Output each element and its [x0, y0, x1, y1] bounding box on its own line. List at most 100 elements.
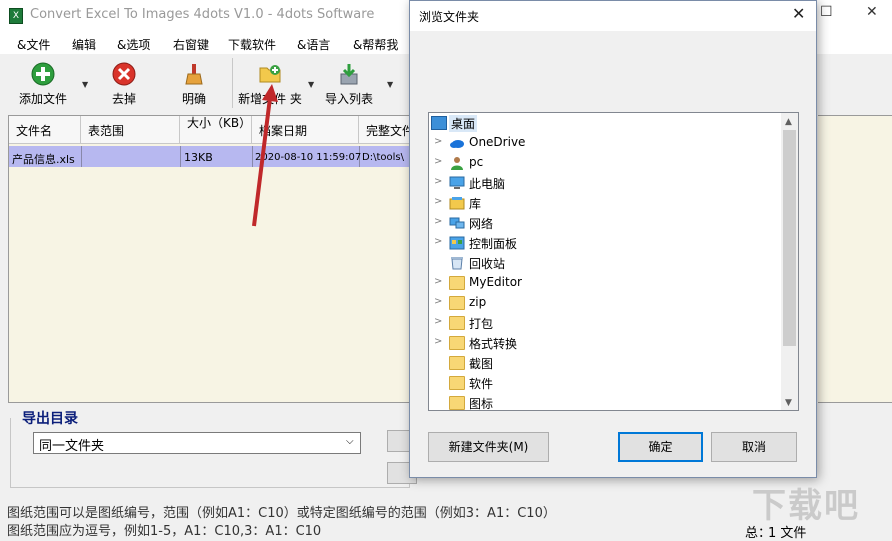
remove-icon	[112, 62, 136, 86]
column-header-path[interactable]: 完整文件	[359, 116, 410, 144]
tree-item-pc-user[interactable]: > pc	[429, 153, 781, 173]
import-icon	[340, 64, 358, 85]
hint-text-comma: 图纸范围应为逗号，例如1-5，A1：C10,3：A1：C10	[7, 524, 322, 539]
red-arrow-annotation	[252, 84, 278, 227]
tree-item-label: MyEditor	[469, 275, 522, 289]
tree-item-zip[interactable]: > zip	[429, 293, 781, 313]
cell-divider	[81, 146, 82, 167]
folder-icon	[449, 316, 465, 330]
tree-scrollbar-thumb[interactable]	[783, 130, 796, 346]
column-header-filename[interactable]: 文件名	[9, 116, 81, 144]
import-list-dropdown-icon[interactable]: ▼	[387, 80, 393, 89]
watermark-logo: 下载吧	[752, 486, 860, 526]
tree-item-label: 图标	[469, 397, 494, 410]
network-icon	[449, 217, 465, 229]
toolbar-separator	[232, 58, 233, 108]
dialog-close-icon[interactable]: ✕	[792, 4, 805, 23]
tree-item-label: 此电脑	[469, 177, 506, 191]
tree-item-label: 桌面	[449, 115, 478, 132]
chevron-right-icon[interactable]: >	[434, 136, 442, 147]
cell-divider	[180, 146, 181, 167]
folder-icon	[449, 336, 465, 350]
menu-language[interactable]: &语言	[297, 36, 330, 53]
library-icon	[449, 197, 465, 210]
cancel-button[interactable]: 取消	[711, 432, 797, 462]
folder-icon	[449, 396, 465, 410]
tree-item-myeditor[interactable]: > MyEditor	[429, 273, 781, 293]
column-header-range[interactable]: 表范围	[81, 116, 180, 144]
tree-item-control-panel[interactable]: > 控制面板	[429, 233, 781, 253]
computer-icon	[449, 176, 465, 189]
chevron-right-icon[interactable]: >	[434, 276, 442, 287]
folder-icon	[449, 376, 465, 390]
chevron-down-icon[interactable]: ⌵	[346, 436, 354, 447]
control-panel-icon	[449, 236, 465, 250]
import-list-label: 导入列表	[324, 92, 373, 106]
tree-item-format-convert[interactable]: > 格式转换	[429, 333, 781, 353]
tree-item-network[interactable]: > 网络	[429, 213, 781, 233]
dialog-title: 浏览文件夹	[419, 10, 480, 24]
cell-path: D:\tools\	[362, 152, 404, 163]
add-file-button[interactable]: 添加文件	[8, 60, 78, 108]
scroll-up-icon[interactable]: ▲	[785, 117, 792, 127]
scroll-down-icon[interactable]: ▼	[785, 398, 792, 408]
tree-item-label: 格式转换	[469, 337, 518, 351]
menu-edit[interactable]: 编辑	[72, 36, 96, 53]
tree-item-recycle-bin[interactable]: 回收站	[429, 253, 781, 273]
chevron-right-icon[interactable]: >	[434, 176, 442, 187]
folder-icon	[449, 356, 465, 370]
app-icon: X	[9, 8, 23, 24]
menu-help[interactable]: &帮帮我	[353, 36, 398, 53]
tree-item-label: 软件	[469, 377, 494, 391]
tree-item-desktop[interactable]: 桌面	[429, 113, 781, 133]
chevron-right-icon[interactable]: >	[434, 216, 442, 227]
folder-add-icon	[259, 65, 281, 83]
cell-filename: 产品信息.xls	[12, 153, 75, 166]
maximize-button[interactable]: ☐	[820, 4, 833, 20]
tree-item-software[interactable]: 软件	[429, 373, 781, 393]
menu-options[interactable]: &选项	[117, 36, 150, 53]
tree-item-label: 打包	[469, 317, 494, 331]
tree-item-screenshot[interactable]: 截图	[429, 353, 781, 373]
tree-item-label: zip	[469, 295, 487, 309]
chevron-right-icon[interactable]: >	[434, 316, 442, 327]
folder-icon	[449, 296, 465, 310]
tree-item-label: 截图	[469, 357, 494, 371]
new-folder-dialog-button[interactable]: 新建文件夹(M)	[428, 432, 549, 462]
output-directory-select[interactable]: 同一文件夹	[33, 432, 361, 454]
cloud-icon	[450, 140, 464, 148]
close-button[interactable]: ✕	[866, 4, 878, 20]
remove-button[interactable]: 去掉	[89, 60, 159, 108]
user-icon	[451, 157, 463, 170]
chevron-right-icon[interactable]: >	[434, 336, 442, 347]
tree-item-label: 网络	[469, 217, 494, 231]
chevron-right-icon[interactable]: >	[434, 236, 442, 247]
clear-button[interactable]: 明确	[159, 60, 229, 108]
chevron-right-icon[interactable]: >	[434, 156, 442, 167]
add-icon	[31, 62, 55, 86]
folder-icon	[449, 276, 465, 290]
tree-item-label: 控制面板	[469, 237, 518, 251]
import-list-button[interactable]: 导入列表	[314, 60, 384, 108]
tree-item-label: OneDrive	[469, 135, 526, 149]
menu-right-click[interactable]: 右窗键	[173, 36, 209, 53]
clear-label: 明确	[181, 92, 206, 106]
tree-item-library[interactable]: > 库	[429, 193, 781, 213]
tree-item-pack[interactable]: > 打包	[429, 313, 781, 333]
hint-text-range: 图纸范围可以是图纸编号，范围（例如A1：C10）或特定图纸编号的范围（例如3：A…	[7, 506, 556, 521]
chevron-right-icon[interactable]: >	[434, 196, 442, 207]
tree-item-icons[interactable]: 图标	[429, 393, 781, 410]
broom-icon	[185, 64, 203, 85]
add-file-dropdown-icon[interactable]: ▼	[82, 80, 88, 89]
tree-item-this-pc[interactable]: > 此电脑	[429, 173, 781, 193]
menu-file[interactable]: &文件	[17, 36, 50, 53]
menu-download[interactable]: 下载软件	[228, 36, 276, 53]
ok-button[interactable]: 确定	[618, 432, 703, 462]
cell-size: 13KB	[184, 151, 213, 164]
table-right-area	[818, 115, 892, 403]
chevron-right-icon[interactable]: >	[434, 296, 442, 307]
remove-label: 去掉	[111, 92, 136, 106]
tree-item-label: pc	[469, 155, 484, 169]
tree-item-onedrive[interactable]: > OneDrive	[429, 133, 781, 153]
add-file-label: 添加文件	[18, 92, 67, 106]
